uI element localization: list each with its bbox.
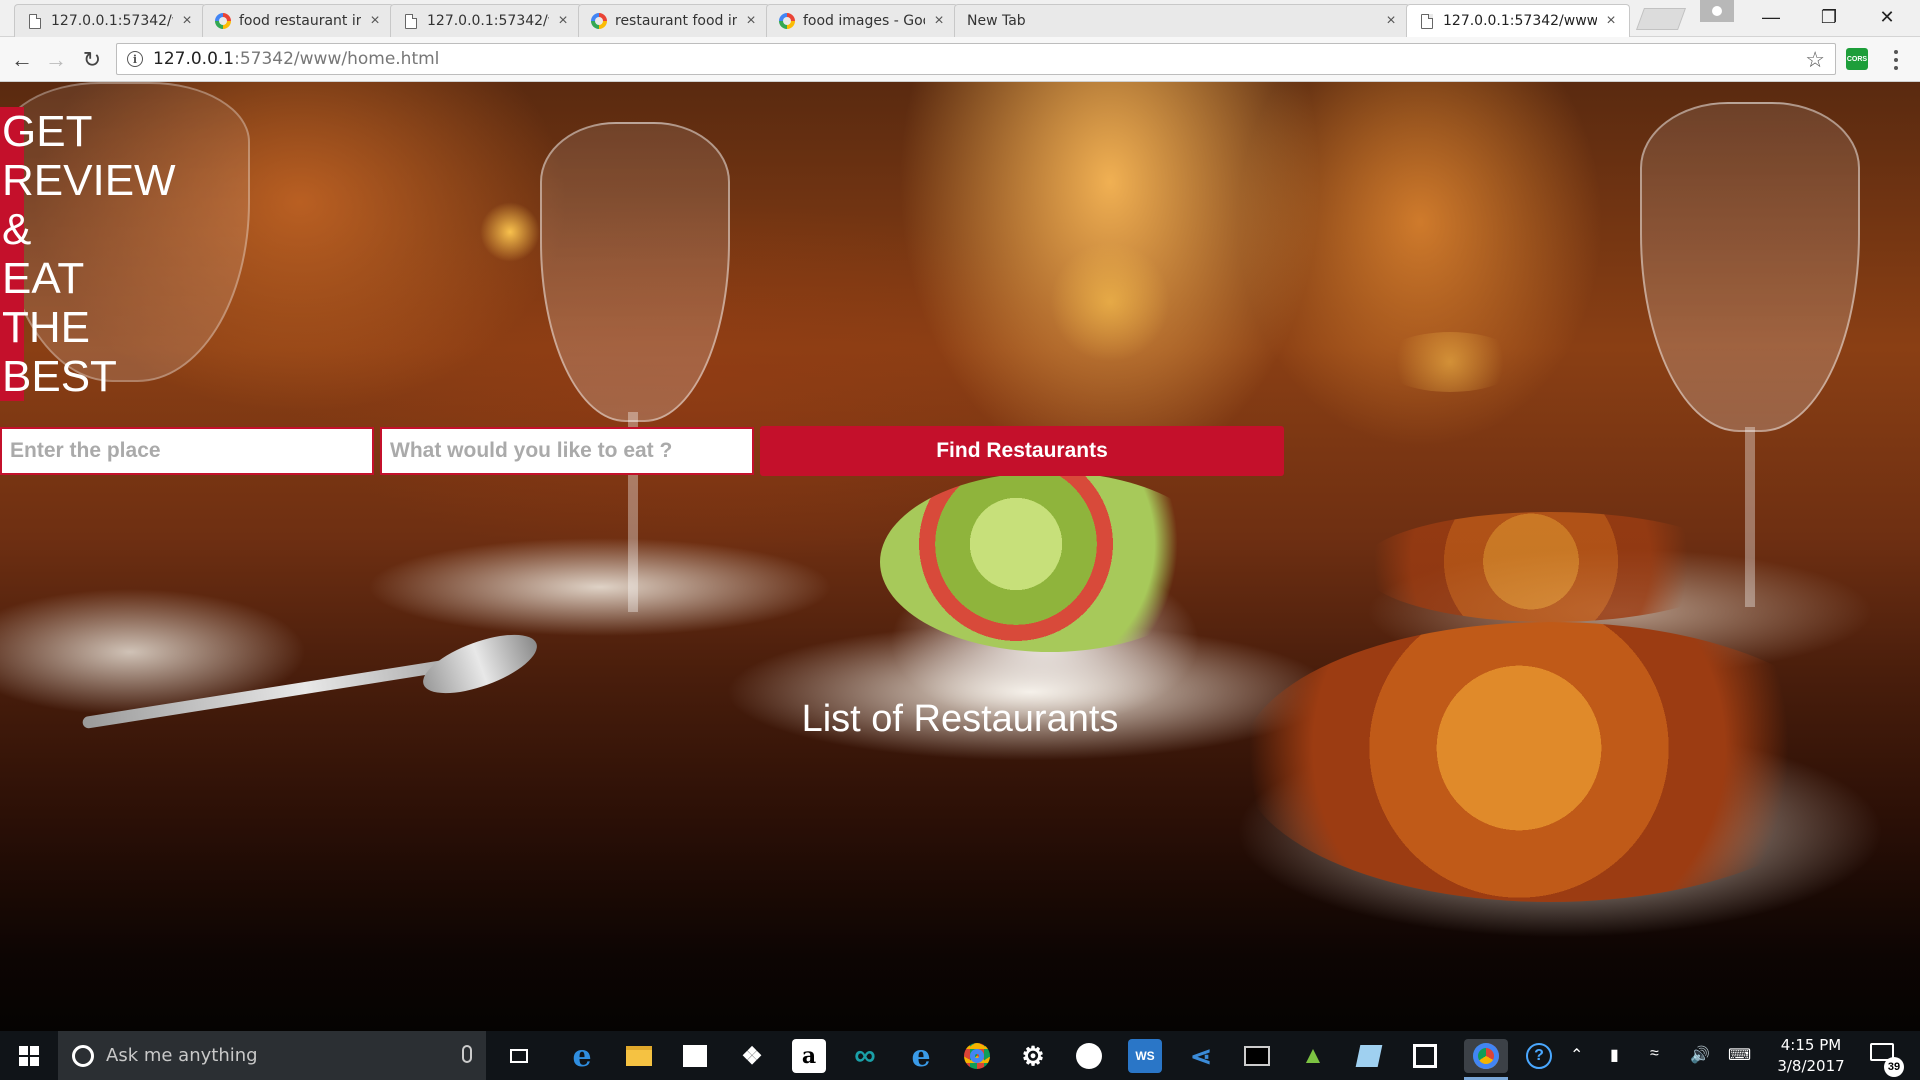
- vscode-icon[interactable]: ⋖: [1184, 1039, 1218, 1073]
- close-icon[interactable]: ×: [1383, 12, 1399, 30]
- wifi-icon[interactable]: ≈: [1650, 1045, 1659, 1063]
- page-icon: [1419, 13, 1435, 29]
- forward-arrow-icon[interactable]: →: [42, 46, 70, 74]
- windows-start-icon[interactable]: [0, 1031, 58, 1080]
- headline-line: THE: [2, 303, 90, 352]
- cortana-search-box[interactable]: Ask me anything: [58, 1031, 486, 1080]
- chrome-active-icon[interactable]: [1464, 1039, 1508, 1080]
- tab-food-restaurant-images[interactable]: food restaurant images ×: [202, 4, 394, 37]
- background-photo: [0, 82, 1920, 1031]
- close-icon[interactable]: ×: [743, 12, 759, 30]
- reload-icon[interactable]: ↻: [78, 46, 106, 74]
- google-icon: [215, 13, 231, 29]
- keyboard-icon[interactable]: ⌨: [1728, 1045, 1751, 1065]
- restore-icon[interactable]: ❐: [1806, 0, 1852, 34]
- tab-title: restaurant food images: [615, 13, 737, 29]
- battery-icon[interactable]: ▮: [1610, 1045, 1619, 1065]
- arduino-icon[interactable]: ∞: [848, 1039, 882, 1073]
- cortana-icon: [72, 1044, 94, 1067]
- hero-headline: GET REVIEW & EAT THE BEST: [0, 107, 176, 401]
- ie-icon[interactable]: e: [904, 1039, 938, 1074]
- help-icon[interactable]: ?: [1522, 1039, 1556, 1073]
- page-viewport: GET REVIEW & EAT THE BEST Find Restauran…: [0, 82, 1920, 1031]
- clock-date: 3/8/2017: [1777, 1057, 1845, 1075]
- chrome-icon[interactable]: [960, 1039, 994, 1073]
- android-studio-icon[interactable]: ▲: [1296, 1039, 1330, 1073]
- find-restaurants-button[interactable]: Find Restaurants: [760, 426, 1284, 476]
- notepad-icon[interactable]: [1352, 1039, 1386, 1073]
- dropbox-icon[interactable]: ❖: [735, 1039, 769, 1073]
- webstorm-icon[interactable]: WS: [1128, 1039, 1162, 1073]
- address-bar[interactable]: i 127.0.0.1:57342/www/home.html ☆: [116, 43, 1836, 75]
- edge-icon[interactable]: e: [565, 1039, 599, 1074]
- tab-new-tab[interactable]: New Tab ×: [954, 4, 1410, 37]
- tab-title: food restaurant images: [239, 13, 361, 29]
- tab-title: 127.0.0.1:57342/www/h: [1443, 13, 1597, 29]
- windows-taskbar: Ask me anything e ❖ a ∞ e ⚙ WS ⋖ ▲ ? ⌃ ▮…: [0, 1031, 1920, 1080]
- settings-icon[interactable]: ⚙: [1016, 1039, 1050, 1073]
- chrome-menu-icon[interactable]: [1886, 46, 1906, 74]
- close-icon[interactable]: ×: [555, 12, 571, 30]
- tab-title: food images - Google S: [803, 13, 925, 29]
- close-icon[interactable]: ×: [179, 12, 195, 30]
- minimize-icon[interactable]: —: [1748, 0, 1794, 34]
- tab-localhost-1[interactable]: 127.0.0.1:57342/www/h ×: [14, 4, 206, 37]
- headline-line: BEST: [2, 352, 117, 401]
- volume-icon[interactable]: 🔊: [1690, 1045, 1710, 1065]
- window-close-icon[interactable]: ✕: [1864, 0, 1910, 34]
- close-icon[interactable]: ×: [931, 12, 947, 30]
- browser-tab-strip: 127.0.0.1:57342/www/h × food restaurant …: [0, 0, 1920, 37]
- cors-extension-icon[interactable]: CORS: [1846, 48, 1868, 70]
- tab-localhost-2[interactable]: 127.0.0.1:57342/www/lo ×: [390, 4, 582, 37]
- page-icon: [27, 13, 43, 29]
- amazon-icon[interactable]: a: [792, 1039, 826, 1073]
- headline-line: &: [2, 205, 32, 254]
- headline-line: EAT: [2, 254, 85, 303]
- tab-food-images-google[interactable]: food images - Google S ×: [766, 4, 958, 37]
- cortana-placeholder: Ask me anything: [106, 1045, 258, 1066]
- store-icon[interactable]: [678, 1039, 712, 1073]
- restaurant-list-title: List of Restaurants: [801, 698, 1119, 740]
- intellij-icon[interactable]: [1408, 1039, 1442, 1073]
- google-icon: [591, 13, 607, 29]
- system-clock[interactable]: 4:15 PM 3/8/2017: [1768, 1035, 1854, 1077]
- new-tab-button[interactable]: [1635, 8, 1687, 30]
- tray-chevron-icon[interactable]: ⌃: [1570, 1045, 1583, 1065]
- tab-title: New Tab: [967, 13, 1026, 29]
- notification-count-badge: 39: [1884, 1057, 1904, 1077]
- place-input[interactable]: [0, 427, 374, 475]
- info-icon[interactable]: i: [127, 51, 143, 67]
- tab-restaurant-food-images[interactable]: restaurant food images ×: [578, 4, 770, 37]
- terminal-icon[interactable]: [1240, 1039, 1274, 1073]
- tab-title: 127.0.0.1:57342/www/h: [51, 13, 173, 29]
- file-explorer-icon[interactable]: [622, 1039, 656, 1073]
- google-icon: [779, 13, 795, 29]
- close-icon[interactable]: ×: [367, 12, 383, 30]
- food-input[interactable]: [380, 427, 754, 475]
- tab-title: 127.0.0.1:57342/www/lo: [427, 13, 549, 29]
- profile-icon[interactable]: [1700, 0, 1734, 22]
- headline-line: GET: [2, 107, 93, 156]
- microphone-icon[interactable]: [462, 1045, 472, 1063]
- task-view-icon[interactable]: [502, 1039, 536, 1073]
- bookmark-star-icon[interactable]: ☆: [1805, 47, 1825, 73]
- action-center-icon[interactable]: 39: [1864, 1039, 1904, 1077]
- github-icon[interactable]: [1072, 1039, 1106, 1073]
- close-icon[interactable]: ×: [1603, 12, 1619, 30]
- page-icon: [403, 13, 419, 29]
- headline-line: REVIEW: [2, 156, 176, 205]
- back-arrow-icon[interactable]: ←: [8, 46, 36, 74]
- clock-time: 4:15 PM: [1780, 1036, 1842, 1054]
- browser-toolbar: ← → ↻ i 127.0.0.1:57342/www/home.html ☆ …: [0, 37, 1920, 82]
- url-text: 127.0.0.1:57342/www/home.html: [153, 49, 440, 69]
- tab-localhost-active[interactable]: 127.0.0.1:57342/www/h ×: [1406, 4, 1630, 37]
